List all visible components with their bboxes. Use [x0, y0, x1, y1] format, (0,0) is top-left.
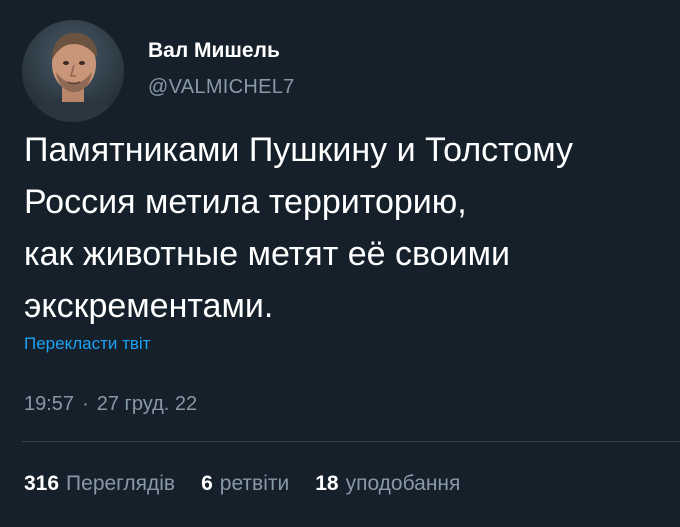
avatar-photo	[22, 20, 124, 122]
tweet-text-line: экскрементами.	[24, 287, 274, 325]
tweet-header: Вал Мишель @VALMICHEL7	[22, 20, 295, 122]
views-label: Переглядів	[66, 472, 176, 495]
tweet-timestamp[interactable]: 19:57 · 27 груд. 22	[24, 393, 197, 416]
timestamp-separator: ·	[82, 393, 89, 415]
views-stat[interactable]: 316 Переглядів	[24, 472, 175, 496]
tweet-date: 27 груд. 22	[96, 393, 198, 415]
avatar[interactable]	[22, 20, 124, 122]
author-handle[interactable]: @VALMICHEL7	[148, 74, 295, 100]
tweet-text: Памятниками Пушкину и Толстому Россия ме…	[24, 124, 669, 332]
likes-stat[interactable]: 18 уподобання	[315, 472, 460, 496]
retweets-label: ретвіти	[219, 472, 290, 495]
tweet-card: Вал Мишель @VALMICHEL7 Памятниками Пушки…	[0, 0, 680, 527]
likes-count: 18	[315, 472, 339, 495]
tweet-text-line: как животные метят её своими	[24, 235, 510, 273]
translate-tweet-link[interactable]: Перекласти твіт	[24, 334, 150, 354]
tweet-text-line: Россия метила территорию,	[24, 183, 467, 221]
tweet-text-line: Памятниками Пушкину и Толстому	[24, 131, 574, 169]
author-display-name[interactable]: Вал Мишель	[148, 38, 295, 64]
views-count: 316	[24, 472, 60, 495]
retweets-stat[interactable]: 6 ретвіти	[201, 472, 289, 496]
retweets-count: 6	[201, 472, 213, 495]
author-names: Вал Мишель @VALMICHEL7	[148, 38, 295, 100]
tweet-time: 19:57	[24, 393, 75, 415]
likes-label: уподобання	[345, 472, 461, 495]
divider	[22, 441, 680, 442]
tweet-stats: 316 Переглядів 6 ретвіти 18 уподобання	[24, 472, 486, 496]
